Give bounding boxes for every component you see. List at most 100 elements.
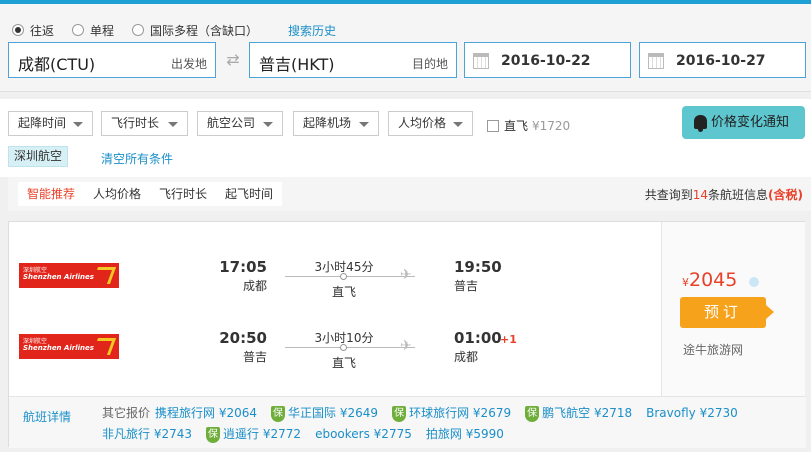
caret-down-icon — [453, 122, 463, 127]
quote-price: ¥2718 — [593, 406, 633, 420]
quote-price: ¥2772 — [262, 427, 302, 441]
quote-price: ¥2679 — [472, 406, 512, 420]
plane-icon: ✈ — [400, 267, 412, 283]
book-button[interactable]: 预订 — [680, 297, 774, 328]
arrival-city: 普吉 — [454, 279, 479, 293]
calendar-icon — [473, 53, 489, 69]
other-quotes-label: 其它报价 — [102, 406, 151, 420]
quote-name: 逍遥行 — [223, 427, 260, 441]
sort-tab-duration[interactable]: 飞行时长 — [150, 182, 216, 206]
quote-item[interactable]: 保鹏飞航空 ¥2718 — [525, 403, 632, 424]
quote-item[interactable]: Bravofly ¥2730 — [646, 403, 738, 424]
outbound-leg: 深圳航空 Shenzhen Airlines 17:05 成都 3小时45分 ✈… — [9, 239, 662, 311]
to-city-hint: 目的地 — [411, 57, 448, 71]
filter-airport-dropdown[interactable]: 起降机场 — [293, 111, 379, 136]
trip-type-roundtrip[interactable]: 往返 — [12, 22, 54, 39]
airline-name-en: Shenzhen Airlines — [23, 344, 94, 352]
stop-type: 直飞 — [331, 285, 356, 299]
quote-name: 鹏飞航空 — [542, 406, 591, 420]
result-summary: 共查询到14条航班信息(含税) — [645, 186, 803, 203]
filter-label: 航空公司 — [207, 116, 256, 130]
trip-type-multi[interactable]: 国际多程（含缺口） — [132, 22, 258, 39]
sort-tab-recommended[interactable]: 智能推荐 — [18, 182, 84, 206]
caret-down-icon — [168, 122, 178, 127]
quote-item[interactable]: ebookers ¥2775 — [315, 424, 412, 445]
filter-duration-dropdown[interactable]: 飞行时长 — [101, 111, 188, 136]
quote-name: ebookers — [315, 427, 370, 441]
route-dot — [340, 344, 347, 351]
sort-tab-price[interactable]: 人均价格 — [84, 182, 150, 206]
trip-type-label: 国际多程（含缺口） — [150, 23, 259, 38]
depart-date-value: 2016-10-22 — [501, 53, 591, 69]
filter-time-dropdown[interactable]: 起降时间 — [8, 111, 93, 136]
quote-name: 拍旅网 — [425, 427, 462, 441]
arrival-time: 01:00 — [454, 329, 502, 347]
quote-price: ¥2064 — [218, 406, 258, 420]
stop-type: 直飞 — [331, 356, 356, 370]
quote-price: ¥5990 — [465, 427, 504, 441]
depart-date-field[interactable]: 2016-10-22 — [464, 42, 631, 78]
sort-tab-departure[interactable]: 起飞时间 — [216, 182, 282, 206]
summary-prefix: 共查询到 — [644, 188, 693, 202]
quote-price: ¥2743 — [153, 427, 193, 441]
sort-tabs: 智能推荐 人均价格 飞行时长 起飞时间 — [18, 182, 283, 206]
filter-airline-dropdown[interactable]: 航空公司 — [197, 111, 283, 136]
next-day-badge: +1 — [500, 333, 517, 346]
to-city-value: 普吉(HKT) — [259, 55, 335, 74]
quote-item[interactable]: 非凡旅行 ¥2743 — [102, 424, 192, 445]
quote-name: 环球旅行网 — [409, 406, 470, 420]
from-city-value: 成都(CTU) — [18, 55, 96, 74]
quote-price: ¥2730 — [699, 406, 738, 420]
filter-panel: 起降时间 飞行时长 航空公司 起降机场 人均价格 直飞 ¥1720 价格变化通知… — [0, 99, 811, 177]
shenzhen-airlines-logo: 深圳航空 Shenzhen Airlines — [19, 263, 119, 288]
airline-mark-icon — [91, 267, 117, 284]
plane-icon: ✈ — [400, 338, 412, 354]
departure-city: 普吉 — [242, 350, 267, 364]
shield-icon: 保 — [525, 405, 540, 422]
filter-label: 飞行时长 — [111, 116, 160, 130]
shenzhen-airlines-logo: 深圳航空 Shenzhen Airlines — [19, 334, 119, 359]
shield-icon: 保 — [271, 405, 286, 422]
price-alert-label: 价格变化通知 — [711, 115, 790, 130]
flight-details-link[interactable]: 航班详情 — [23, 408, 71, 425]
agency-name[interactable]: 途牛旅游网 — [683, 341, 743, 358]
quote-name: 非凡旅行 — [102, 427, 151, 441]
lowest-price: ¥2045 — [682, 269, 737, 291]
from-city-field[interactable]: 成都(CTU) 出发地 — [8, 42, 216, 78]
filter-label: 起降机场 — [303, 116, 352, 130]
radio-unchecked-icon — [132, 24, 145, 36]
active-filter-tag[interactable]: 深圳航空 — [8, 146, 69, 167]
shield-icon: 保 — [206, 426, 221, 443]
bell-icon — [694, 115, 707, 132]
quote-item[interactable]: 保环球旅行网 ¥2679 — [392, 403, 511, 424]
price-alert-button[interactable]: 价格变化通知 — [682, 106, 805, 139]
price-value: 2045 — [689, 269, 738, 291]
radio-unchecked-icon — [72, 24, 85, 36]
summary-suffix: 条航班信息 — [708, 188, 769, 202]
checkbox-icon — [487, 119, 499, 132]
to-city-field[interactable]: 普吉(HKT) 目的地 — [249, 42, 457, 78]
filter-price-dropdown[interactable]: 人均价格 — [388, 111, 473, 136]
currency-symbol: ¥ — [682, 276, 689, 289]
search-history-link[interactable]: 搜索历史 — [288, 22, 336, 39]
quote-item[interactable]: 保华正国际 ¥2649 — [271, 403, 378, 424]
trip-type-label: 单程 — [90, 23, 115, 38]
clear-filters-link[interactable]: 清空所有条件 — [101, 150, 173, 167]
direct-price: ¥1720 — [532, 118, 571, 133]
price-column: ¥2045 预订 途牛旅游网 — [661, 222, 805, 396]
quote-item[interactable]: 保逍遥行 ¥2772 — [206, 424, 301, 445]
direct-flight-checkbox[interactable]: 直飞 ¥1720 — [487, 117, 570, 134]
trip-type-label: 往返 — [30, 23, 55, 38]
return-date-field[interactable]: 2016-10-27 — [639, 42, 806, 78]
sort-bar: 智能推荐 人均价格 飞行时长 起飞时间 共查询到14条航班信息(含税) — [8, 177, 811, 211]
departure-city: 成都 — [242, 279, 267, 293]
route-dot — [340, 273, 347, 280]
result-count: 14 — [692, 188, 708, 202]
quote-item[interactable]: 拍旅网 ¥5990 — [426, 424, 504, 445]
quote-item[interactable]: 携程旅行网 ¥2064 — [155, 403, 257, 424]
return-date-value: 2016-10-27 — [676, 53, 766, 69]
swap-arrows-icon[interactable]: ⇄ — [221, 52, 245, 68]
direct-label: 直飞 — [504, 119, 529, 133]
trip-type-oneway[interactable]: 单程 — [72, 22, 114, 39]
airline-mark-icon — [91, 338, 117, 355]
